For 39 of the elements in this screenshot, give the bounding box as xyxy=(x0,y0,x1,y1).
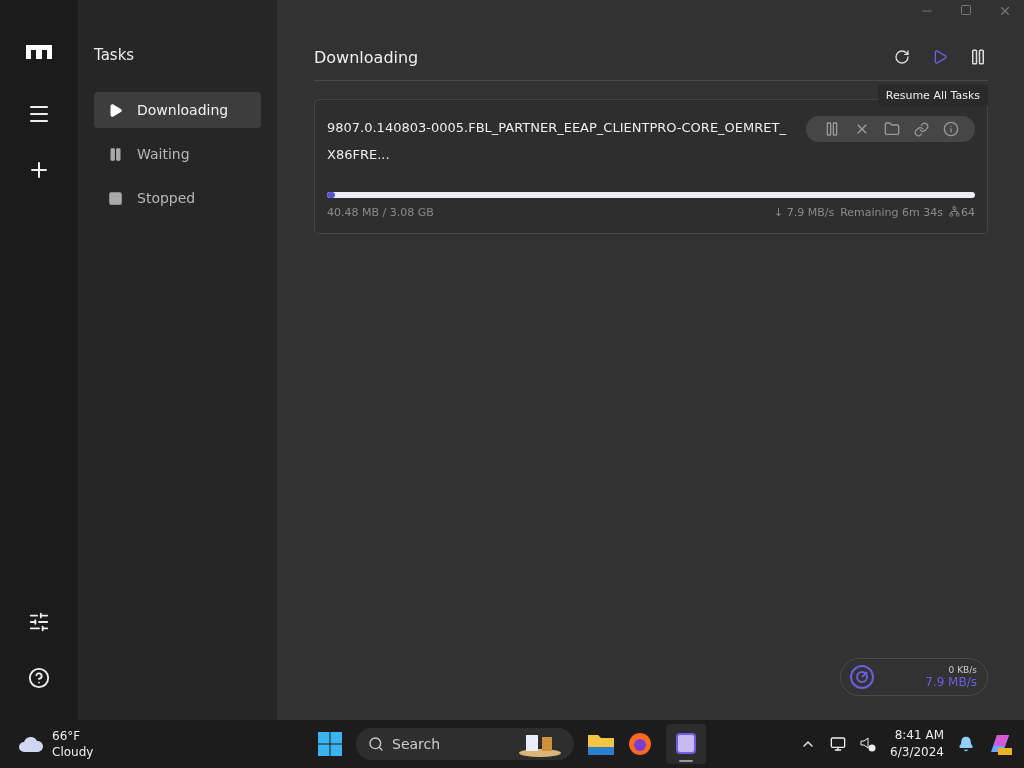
upload-speed: 0 KB/s xyxy=(948,665,977,675)
app-icon[interactable] xyxy=(666,724,706,764)
browser-icon[interactable] xyxy=(628,732,652,756)
sidebar-title: Tasks xyxy=(94,46,136,64)
remaining-text: Remaining 6m 34s xyxy=(840,206,943,219)
monitor-icon[interactable] xyxy=(830,736,847,752)
task-card[interactable]: 9807.0.140803-0005.FBL_PARTNER_EEAP_CLIENTPRO-CORE_OEMRET_X86FRE... 40.48 MB / 3.08 GB ↓ 7.9 MB/s Remaining 6m 34s 64 xyxy=(314,99,988,234)
sidebar-item[interactable]: Stopped xyxy=(94,180,261,216)
folder-icon[interactable] xyxy=(588,733,614,755)
connections-icon xyxy=(949,206,960,217)
size-text: 40.48 MB / 3.08 GB xyxy=(327,206,435,219)
search-icon xyxy=(368,736,384,752)
speed-text: ↓ 7.9 MB/s xyxy=(773,206,835,219)
clock-date: 6/3/2024 xyxy=(890,744,944,761)
stop-icon xyxy=(108,190,123,206)
link-icon[interactable] xyxy=(914,121,929,137)
file-name: 9807.0.140803-0005.FBL_PARTNER_EEAP_CLIENTPRO-CORE_OEMRET_X86FRE... xyxy=(327,119,786,164)
cloud-icon xyxy=(18,736,44,752)
clock-time: 8:41 AM xyxy=(894,727,944,744)
speaker-muted-icon[interactable] xyxy=(860,736,877,752)
windows-icon[interactable] xyxy=(318,732,342,756)
temperature: 66°F xyxy=(52,728,82,744)
play-icon xyxy=(108,102,123,118)
page-title: Downloading xyxy=(314,47,420,67)
sidebar-item[interactable]: Waiting xyxy=(94,136,261,172)
info-icon[interactable] xyxy=(943,121,959,137)
refresh-icon[interactable] xyxy=(892,47,912,67)
logo-icon xyxy=(25,44,53,60)
weather-text: Cloudy xyxy=(52,744,94,760)
tooltip: Resume All Tasks xyxy=(877,84,988,107)
connections-text: 64 xyxy=(961,206,975,219)
bell-icon[interactable] xyxy=(958,736,974,752)
search-field[interactable]: Search xyxy=(356,728,574,760)
sidebar-item[interactable]: Downloading xyxy=(94,92,261,128)
maximize-icon[interactable] xyxy=(960,4,972,16)
pause-icon xyxy=(108,146,123,162)
download-speed: 7.9 MB/s xyxy=(925,675,977,689)
close-icon[interactable] xyxy=(998,4,1012,18)
speedometer-icon xyxy=(849,664,875,690)
